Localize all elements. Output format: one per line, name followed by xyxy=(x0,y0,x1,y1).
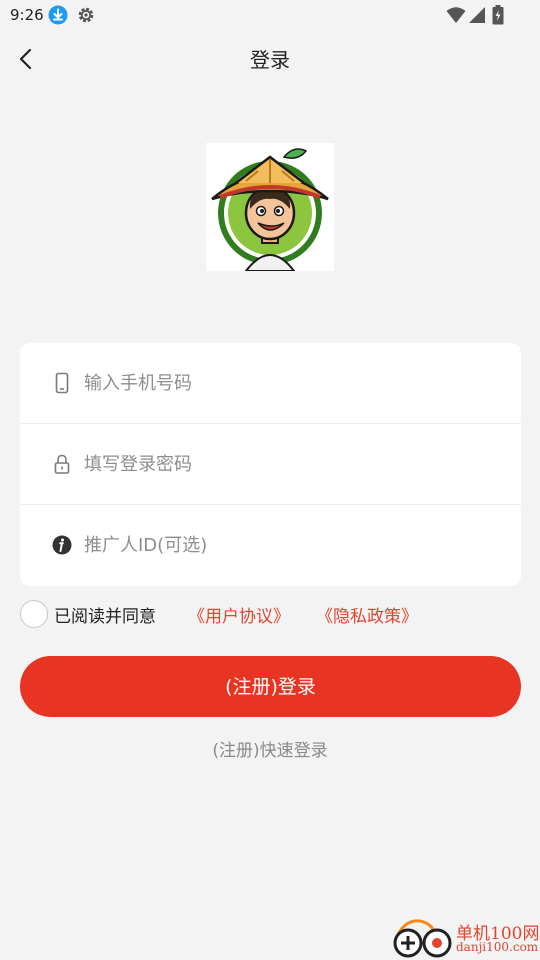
status-time: 9:26 xyxy=(10,6,44,24)
lock-icon xyxy=(54,454,70,474)
farmer-avatar-logo xyxy=(211,148,329,272)
agreement-text: 已阅读并同意 xyxy=(54,607,156,627)
status-bar: 9:26 xyxy=(0,0,540,30)
user-agreement-link[interactable]: 《用户协议》 xyxy=(188,602,290,627)
privacy-policy-link[interactable]: 《隐私政策》 xyxy=(316,602,418,627)
phone-field-row xyxy=(20,343,521,424)
quick-login-link[interactable]: (注册)快速登录 xyxy=(0,736,540,761)
password-field-row xyxy=(20,424,521,505)
referrer-id-input[interactable] xyxy=(82,524,486,566)
agreement-checkbox[interactable] xyxy=(20,600,48,628)
agreement-row: 已阅读并同意 《用户协议》 《隐私政策》 xyxy=(20,598,520,630)
watermark: 单机100网 danji100.com xyxy=(390,917,540,960)
login-button[interactable]: (注册)登录 xyxy=(20,656,521,717)
app-bar: 登录 xyxy=(0,30,540,88)
phone-icon xyxy=(55,372,69,394)
page-title: 登录 xyxy=(250,48,290,72)
cellular-icon xyxy=(469,7,485,23)
watermark-url: danji100.com xyxy=(456,940,539,954)
phone-input[interactable] xyxy=(82,362,486,404)
download-icon xyxy=(48,5,68,25)
info-icon xyxy=(52,535,72,555)
gear-icon xyxy=(78,7,94,23)
password-input[interactable] xyxy=(82,443,486,485)
battery-icon xyxy=(492,5,504,25)
app-logo xyxy=(206,143,334,272)
wifi-icon xyxy=(446,7,466,23)
login-form-card xyxy=(20,343,521,586)
watermark-logo xyxy=(393,919,452,958)
referrer-field-row xyxy=(20,505,521,585)
